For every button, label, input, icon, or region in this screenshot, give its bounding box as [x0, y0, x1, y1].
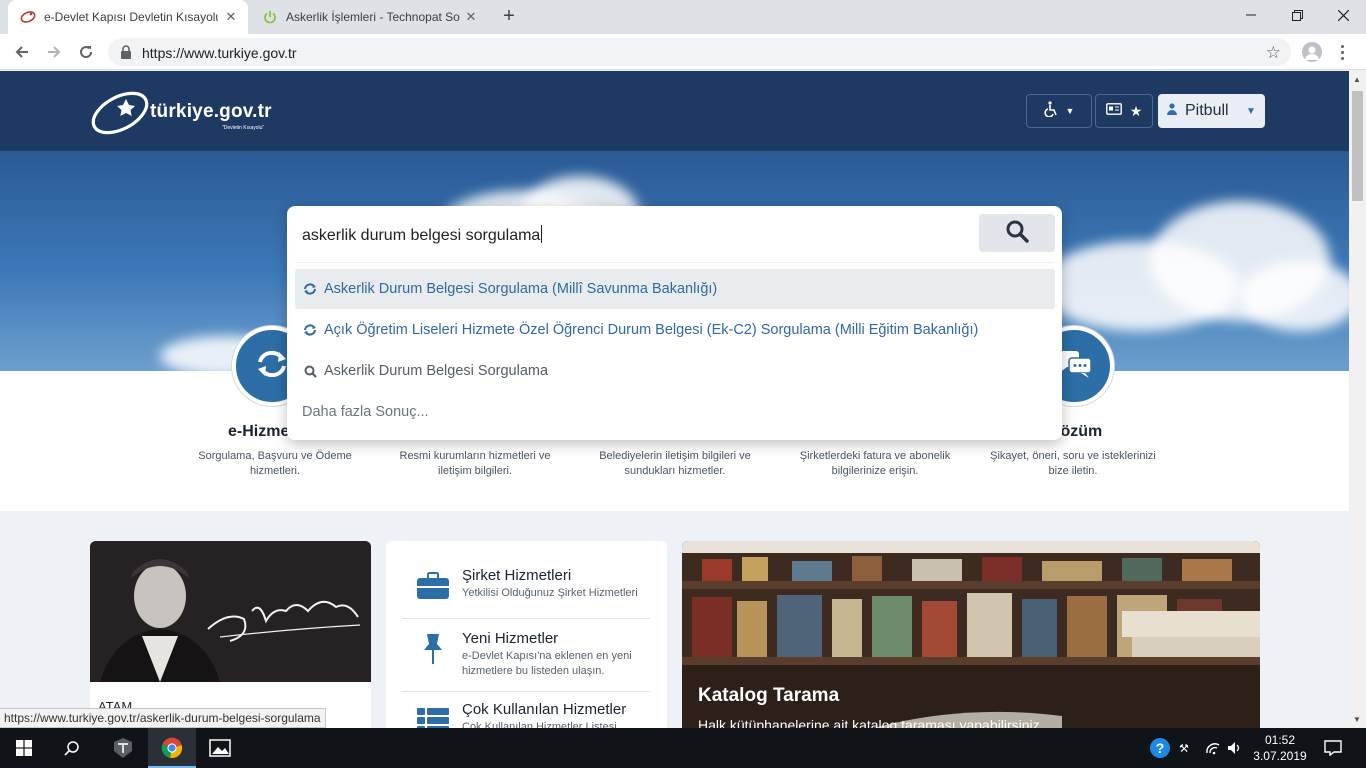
card-favorites-button[interactable]: ★: [1095, 94, 1153, 128]
bookmark-star-icon[interactable]: ☆: [1266, 43, 1281, 63]
power-favicon-icon: [262, 9, 278, 25]
tab-edevlet[interactable]: e-Devlet Kapısı Devletin Kısayolu ✕: [8, 0, 248, 34]
clock-time: 01:52: [1264, 733, 1296, 747]
chevron-down-icon: ▼: [1065, 106, 1075, 116]
service-title: Çok Kullanılan Hizmetler: [462, 701, 627, 718]
close-icon[interactable]: ✕: [224, 10, 238, 24]
ataturk-card[interactable]: ATAM: [90, 541, 371, 728]
service-title: Şirket Hizmetleri: [462, 567, 572, 584]
url-text: https://www.turkiye.gov.tr: [142, 45, 297, 61]
minimize-icon[interactable]: [1228, 0, 1274, 30]
game-app-icon[interactable]: [99, 728, 147, 768]
pin-icon: [416, 632, 450, 666]
chrome-icon[interactable]: [148, 728, 196, 768]
search-query-text: askerlik durum belgesi sorgulama: [302, 227, 541, 244]
service-new[interactable]: Yeni Hizmetler e-Devlet Kapısı'na eklene…: [402, 630, 650, 690]
maximize-icon[interactable]: [1274, 0, 1320, 30]
feature-description: Resmi kurumların hizmetleri ve iletişim …: [399, 450, 551, 477]
edevlet-favicon-icon: [20, 9, 36, 25]
search-icon[interactable]: [48, 728, 96, 768]
service-title: Yeni Hizmetler: [462, 630, 559, 647]
service-description: Çok Kullanılan Hizmetler Listesi: [462, 721, 617, 728]
service-company[interactable]: Şirket Hizmetleri Yetkilisi Olduğunuz Şi…: [402, 567, 650, 617]
katalog-description: Halk kütüphanelerine ait katalog taramas…: [698, 717, 1044, 728]
service-description: Yetkilisi Olduğunuz Şirket Hizmetleri: [462, 587, 638, 599]
suggestion-text: Askerlik Durum Belgesi Sorgulama (Millî …: [324, 281, 718, 297]
help-icon[interactable]: ?: [1146, 728, 1174, 768]
star-icon: ★: [1129, 102, 1143, 119]
close-icon[interactable]: ✕: [464, 10, 478, 24]
browser-tabbar: e-Devlet Kapısı Devletin Kısayolu ✕ Aske…: [0, 0, 1366, 34]
suggestion-text: Açık Öğretim Liseleri Hizmete Özel Öğren…: [324, 322, 979, 338]
photos-app-icon[interactable]: [196, 728, 244, 768]
user-icon: [1167, 102, 1177, 120]
id-card-icon: [1105, 102, 1122, 120]
refresh-icon: [302, 283, 318, 295]
scroll-up-icon[interactable]: ▲: [1353, 75, 1361, 84]
service-popular[interactable]: Çok Kullanılan Hizmetler Çok Kullanılan …: [402, 701, 650, 728]
list-icon: [416, 703, 450, 728]
reload-icon[interactable]: [74, 40, 98, 64]
notifications-icon[interactable]: [1318, 728, 1348, 768]
search-suggestion[interactable]: Açık Öğretim Liseleri Hizmete Özel Öğren…: [295, 310, 1055, 350]
windows-taskbar: ? ⚒ 01:52 3.07.2019: [0, 728, 1366, 768]
search-suggestion[interactable]: Askerlik Durum Belgesi Sorgulama (Millî …: [295, 269, 1055, 309]
logo-tagline: "Devletin Kısayolu": [222, 125, 265, 131]
feature-description: Sorgulama, Başvuru ve Ödeme hizmetleri.: [198, 450, 352, 477]
wifi-icon[interactable]: [1202, 728, 1224, 768]
feature-title[interactable]: e-Hizme: [228, 423, 289, 441]
search-icon: [1005, 219, 1029, 248]
browser-toolbar: https://www.turkiye.gov.tr ☆: [0, 34, 1366, 70]
input-method-icon[interactable]: ⚒: [1176, 728, 1200, 768]
user-name: Pitbull: [1185, 102, 1229, 119]
scroll-down-icon[interactable]: ▼: [1353, 715, 1361, 724]
page-viewport: türkiye.gov.tr "Devletin Kısayolu" ▼ ★ P…: [0, 71, 1349, 728]
site-header: türkiye.gov.tr "Devletin Kısayolu" ▼ ★ P…: [0, 71, 1349, 151]
feature-description: Şirketlerdeki fatura ve abonelik bilgile…: [799, 450, 951, 477]
tab-title: e-Devlet Kapısı Devletin Kısayolu: [44, 10, 218, 24]
feature-description: Belediyelerin iletişim bilgileri ve sund…: [599, 450, 751, 477]
new-tab-button[interactable]: +: [497, 5, 521, 29]
chevron-down-icon: ▼: [1246, 105, 1256, 117]
tab-technopat[interactable]: Askerlik İşlemleri - Technopat Sos ✕: [250, 0, 488, 34]
katalog-title: Katalog Tarama: [698, 685, 840, 706]
page-scrollbar[interactable]: ▲ ▼: [1349, 71, 1366, 728]
logo-text: türkiye.gov.tr: [150, 101, 272, 122]
profile-avatar-icon[interactable]: [1302, 42, 1322, 62]
svg-text:⚒: ⚒: [1179, 743, 1189, 755]
wheelchair-icon: [1043, 100, 1058, 122]
search-input[interactable]: askerlik durum belgesi sorgulama: [302, 225, 543, 245]
search-suggestion[interactable]: Askerlik Durum Belgesi Sorgulama: [295, 351, 1055, 391]
volume-icon[interactable]: [1224, 728, 1246, 768]
clock-date: 3.07.2019: [1253, 749, 1307, 763]
menu-kebab-icon[interactable]: [1332, 42, 1352, 62]
refresh-icon: [302, 324, 318, 336]
service-description: e-Devlet Kapısı'na eklenen en yeni hizme…: [462, 650, 632, 677]
search-button[interactable]: [979, 214, 1055, 252]
window-close-icon[interactable]: [1320, 0, 1366, 30]
tab-title: Askerlik İşlemleri - Technopat Sos: [286, 10, 460, 24]
services-card: Şirket Hizmetleri Yetkilisi Olduğunuz Şi…: [386, 541, 667, 728]
feature-description: Şikayet, öneri, soru ve isteklerinizi bi…: [990, 450, 1156, 477]
search-icon: [302, 365, 318, 378]
accessibility-button[interactable]: ▼: [1026, 94, 1092, 128]
svg-text:?: ?: [1156, 740, 1165, 756]
status-bar-url: https://www.turkiye.gov.tr/askerlik-duru…: [0, 708, 326, 728]
system-clock[interactable]: 01:52 3.07.2019: [1248, 732, 1312, 764]
forward-arrow-icon[interactable]: [42, 40, 66, 64]
windows-start-icon[interactable]: [0, 728, 48, 768]
scrollbar-thumb[interactable]: [1352, 91, 1363, 201]
search-panel: askerlik durum belgesi sorgulama Askerli…: [287, 206, 1062, 440]
katalog-card[interactable]: Katalog Tarama Halk kütüphanelerine ait …: [682, 541, 1260, 728]
address-bar[interactable]: https://www.turkiye.gov.tr ☆: [108, 38, 1291, 66]
back-arrow-icon[interactable]: [10, 40, 34, 64]
refresh-icon: [254, 349, 290, 384]
briefcase-icon: [416, 569, 450, 603]
user-menu-button[interactable]: Pitbull ▼: [1158, 94, 1265, 128]
lock-icon: [120, 45, 132, 64]
suggestion-text: Askerlik Durum Belgesi Sorgulama: [324, 363, 549, 379]
ataturk-portrait-image: [90, 541, 371, 682]
turkiye-gov-logo[interactable]: türkiye.gov.tr "Devletin Kısayolu": [88, 85, 298, 137]
more-results-link[interactable]: Daha fazla Sonuç...: [295, 392, 1055, 432]
